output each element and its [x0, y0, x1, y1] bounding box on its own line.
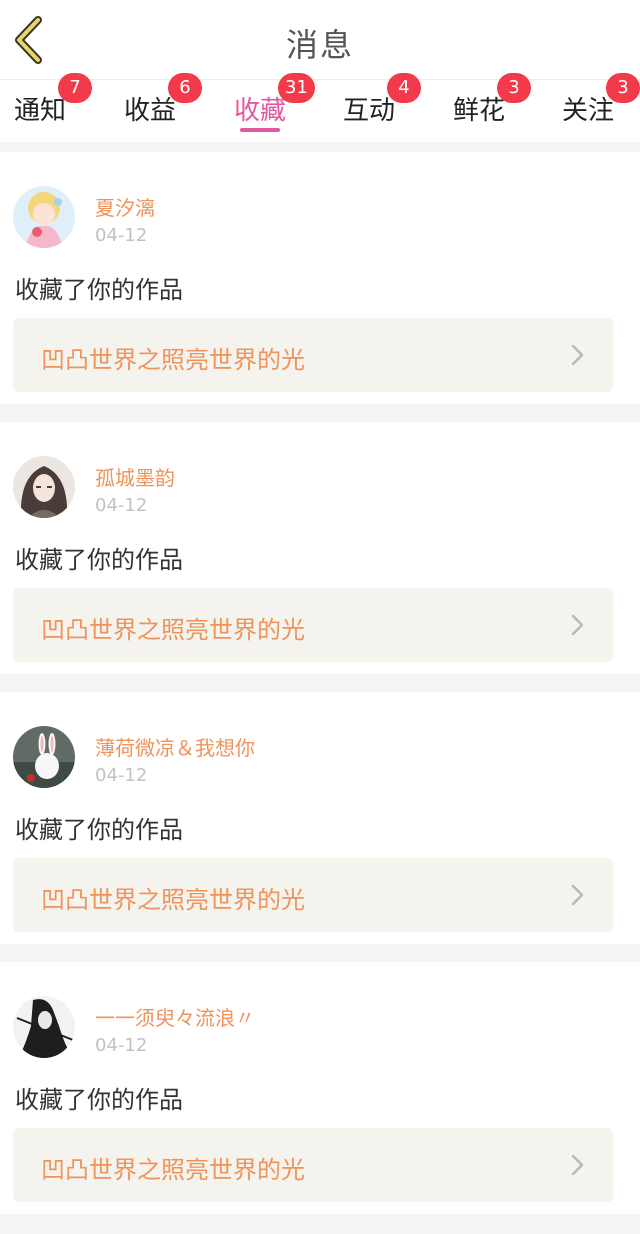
message-card: 夏汐漓 04-12 收藏了你的作品 凹凸世界之照亮世界的光 — [0, 152, 640, 404]
work-title: 凹凸世界之照亮世界的光 — [41, 346, 305, 374]
timestamp: 04-12 — [95, 225, 148, 246]
tab-label: 收藏 — [234, 96, 287, 126]
timestamp: 04-12 — [95, 765, 148, 786]
timestamp: 04-12 — [95, 495, 148, 516]
username[interactable]: 夏汐漓 — [95, 192, 155, 221]
username[interactable]: 一一须臾々流浪〃 — [95, 1002, 255, 1031]
page-title: 消息 — [285, 26, 354, 64]
action-text: 收藏了你的作品 — [15, 546, 183, 574]
unread-badge: 3 — [606, 73, 640, 103]
tab-label: 鲜花 — [453, 96, 506, 126]
action-text: 收藏了你的作品 — [15, 276, 183, 304]
tab-label: 互动 — [343, 96, 396, 126]
action-text: 收藏了你的作品 — [15, 1086, 183, 1114]
unread-badge: 4 — [387, 73, 421, 103]
work-link[interactable]: 凹凸世界之照亮世界的光 — [13, 588, 613, 662]
tab-label: 收益 — [124, 96, 177, 126]
tab-label: 通知 — [14, 96, 67, 126]
timestamp: 04-12 — [95, 1035, 148, 1056]
avatar[interactable] — [13, 456, 75, 518]
message-card: 孤城墨韵 04-12 收藏了你的作品 凹凸世界之照亮世界的光 — [0, 422, 640, 674]
chevron-right-icon — [571, 884, 584, 906]
avatar[interactable] — [13, 186, 75, 248]
work-link[interactable]: 凹凸世界之照亮世界的光 — [13, 318, 613, 392]
tab-label: 关注 — [562, 96, 615, 126]
message-card: 一一须臾々流浪〃 04-12 收藏了你的作品 凹凸世界之照亮世界的光 — [0, 962, 640, 1214]
avatar[interactable] — [13, 996, 75, 1058]
username[interactable]: 薄荷微凉＆我想你 — [95, 732, 255, 761]
work-title: 凹凸世界之照亮世界的光 — [41, 886, 305, 914]
messages-page: 消息 通知 7 收益 6 收藏 31 互动 4 鲜花 3 关注 3 夏汐漓 04… — [0, 0, 640, 1234]
work-title: 凹凸世界之照亮世界的光 — [41, 1156, 305, 1184]
avatar[interactable] — [13, 726, 75, 788]
chevron-right-icon — [571, 1154, 584, 1176]
work-link[interactable]: 凹凸世界之照亮世界的光 — [13, 1128, 613, 1202]
work-title: 凹凸世界之照亮世界的光 — [41, 616, 305, 644]
active-tab-indicator — [240, 128, 280, 132]
unread-badge: 3 — [497, 73, 531, 103]
chevron-right-icon — [571, 614, 584, 636]
action-text: 收藏了你的作品 — [15, 816, 183, 844]
unread-badge: 31 — [278, 73, 315, 103]
username[interactable]: 孤城墨韵 — [95, 462, 175, 491]
chevron-right-icon — [571, 344, 584, 366]
unread-badge: 7 — [58, 73, 92, 103]
top-bar: 消息 — [0, 0, 640, 80]
unread-badge: 6 — [168, 73, 202, 103]
tab-bar: 通知 7 收益 6 收藏 31 互动 4 鲜花 3 关注 3 — [0, 73, 640, 142]
work-link[interactable]: 凹凸世界之照亮世界的光 — [13, 858, 613, 932]
message-card: 薄荷微凉＆我想你 04-12 收藏了你的作品 凹凸世界之照亮世界的光 — [0, 692, 640, 944]
